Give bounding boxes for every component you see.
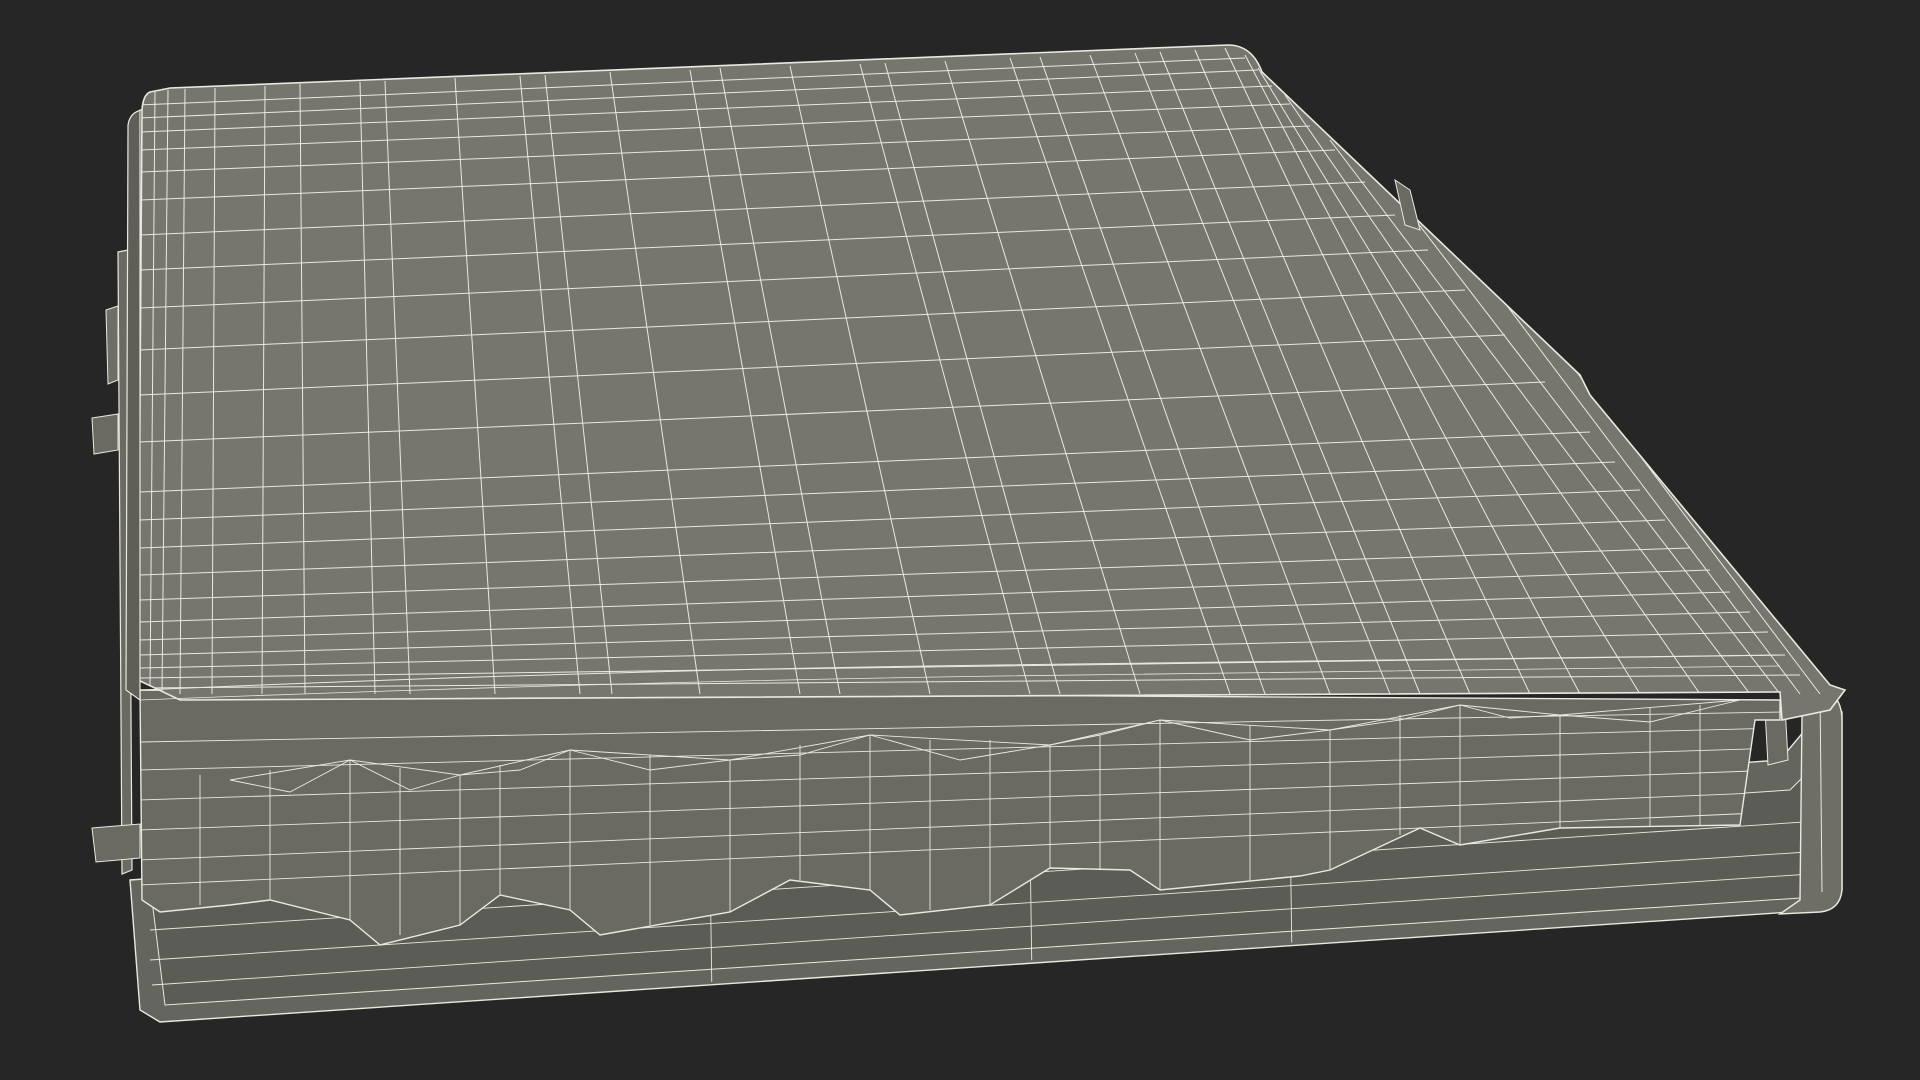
mattress-top [137,44,1847,721]
mattress-left-edge [125,109,143,702]
frame-left-bracket-upper [91,413,119,455]
frame-left-clip [105,305,119,385]
frame-left-bracket-lower [91,823,141,863]
render-viewport [0,0,1920,1080]
mattress-wireframe-scene [91,44,1847,1023]
